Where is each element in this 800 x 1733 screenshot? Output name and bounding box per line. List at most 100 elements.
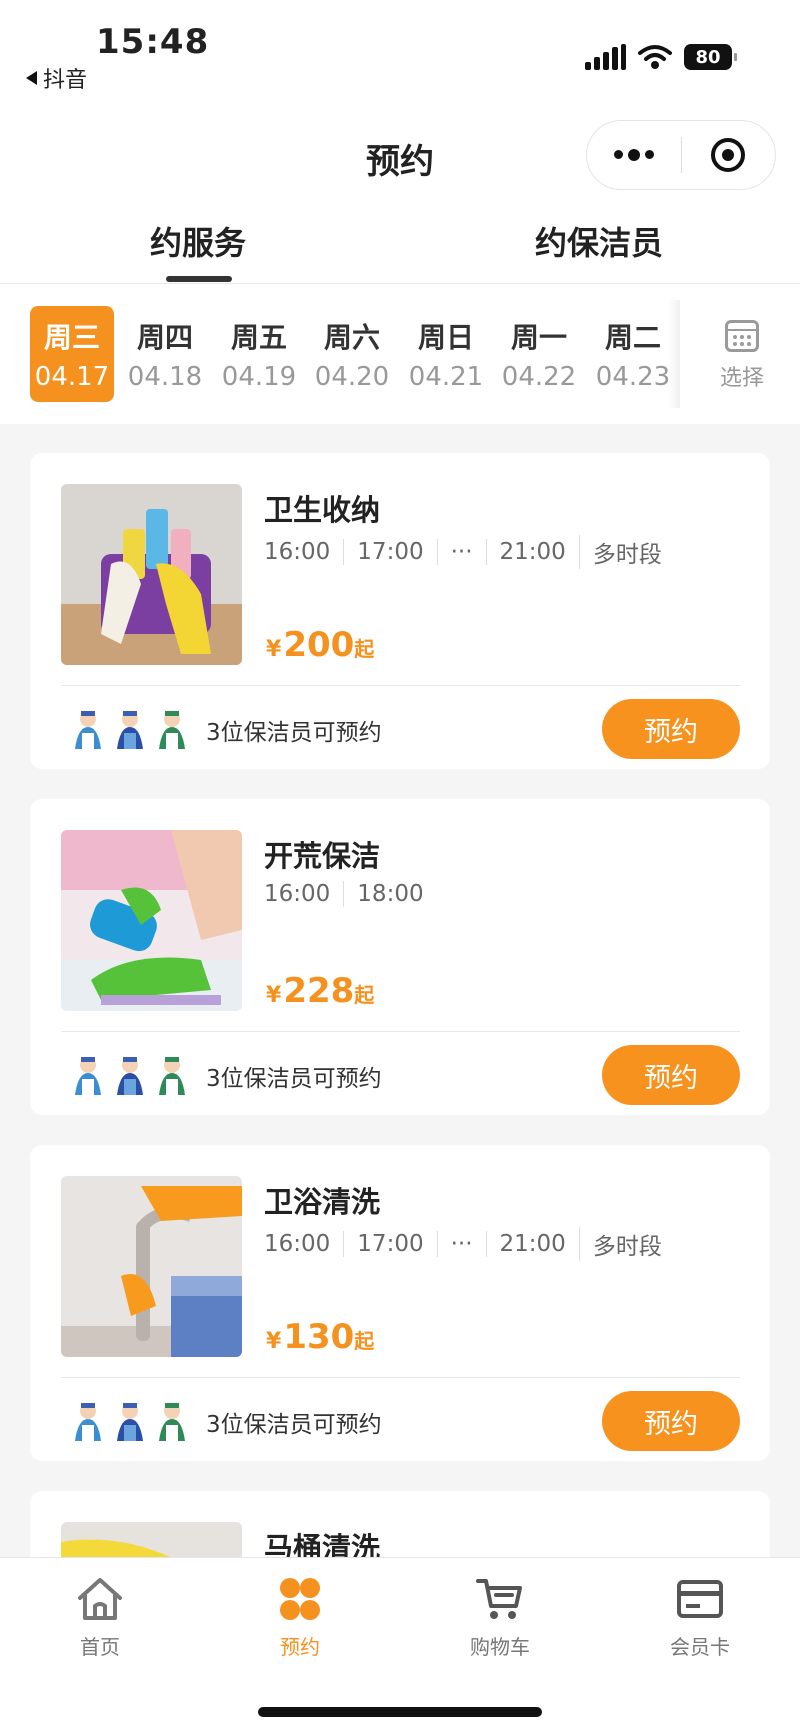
date-item[interactable]: 周二 04.23 bbox=[591, 306, 675, 402]
date-day: 04.17 bbox=[34, 362, 110, 392]
cleaner-avatars bbox=[70, 707, 190, 749]
cellular-signal-icon bbox=[585, 44, 626, 70]
more-button[interactable] bbox=[587, 121, 681, 189]
back-app-label: 抖音 bbox=[43, 68, 88, 93]
date-weekday: 周日 bbox=[417, 321, 474, 354]
time-slot[interactable]: 21:00 bbox=[485, 539, 579, 565]
active-tab-indicator bbox=[166, 276, 232, 282]
time-slot[interactable]: 多时段 bbox=[578, 1227, 675, 1261]
date-weekday: 周五 bbox=[230, 321, 287, 354]
tabbar-label: 首页 bbox=[80, 1635, 120, 1659]
cleaner-avatar bbox=[117, 1403, 143, 1441]
book-button[interactable]: 预约 bbox=[602, 1391, 740, 1451]
price-suffix: 起 bbox=[354, 637, 375, 661]
cleaner-avatar bbox=[159, 711, 185, 749]
time-slot[interactable]: ··· bbox=[436, 539, 486, 565]
booking-icon bbox=[280, 1578, 320, 1620]
tabbar-label: 购物车 bbox=[470, 1635, 530, 1659]
price-value: 200 bbox=[283, 625, 355, 665]
service-title: 开荒保洁 bbox=[264, 839, 381, 873]
tab-book-cleaner[interactable]: 约保洁员 bbox=[535, 218, 663, 264]
status-bar: 15:48 抖音 80 bbox=[0, 0, 800, 110]
date-item[interactable]: 周日 04.21 bbox=[404, 306, 488, 402]
time-slot[interactable]: 18:00 bbox=[343, 881, 436, 907]
service-price: ¥200起 bbox=[266, 625, 374, 665]
tab-book-service[interactable]: 约服务 bbox=[150, 218, 246, 264]
tabbar-item-home[interactable]: 首页 bbox=[40, 1576, 160, 1660]
service-price: ¥228起 bbox=[266, 971, 374, 1011]
time-slot[interactable]: 多时段 bbox=[578, 535, 675, 569]
cleaner-avatar bbox=[159, 1403, 185, 1441]
wifi-icon bbox=[638, 45, 672, 69]
available-cleaners-text: 3位保洁员可预约 bbox=[206, 1412, 382, 1438]
close-miniprogram-button[interactable] bbox=[682, 121, 776, 189]
date-item[interactable]: 周六 04.20 bbox=[310, 306, 394, 402]
available-cleaners-text: 3位保洁员可预约 bbox=[206, 1066, 382, 1092]
date-weekday: 周一 bbox=[510, 321, 567, 354]
available-cleaners-text: 3位保洁员可预约 bbox=[206, 720, 382, 746]
date-weekday: 周二 bbox=[604, 321, 661, 354]
date-item[interactable]: 周一 04.22 bbox=[497, 306, 581, 402]
time-slots: 16:00 17:00 ··· 21:00 多时段 bbox=[264, 1227, 675, 1261]
price-currency: ¥ bbox=[266, 983, 282, 1008]
cleaner-avatar bbox=[75, 1057, 101, 1095]
tabbar-label: 预约 bbox=[280, 1635, 320, 1659]
system-icons: 80 bbox=[585, 44, 737, 70]
book-button[interactable]: 预约 bbox=[602, 699, 740, 759]
tabbar-item-booking[interactable]: 预约 bbox=[240, 1576, 360, 1660]
service-image-spray-cleaning bbox=[61, 830, 242, 1011]
service-title: 卫生收纳 bbox=[264, 493, 381, 527]
date-weekday: 周四 bbox=[136, 321, 193, 354]
date-picker-button[interactable]: 选择 bbox=[700, 320, 784, 392]
cleaner-avatar bbox=[117, 1057, 143, 1095]
battery-icon: 80 bbox=[684, 44, 737, 70]
service-card[interactable]: 卫浴清洗 16:00 17:00 ··· 21:00 多时段 ¥130起 3位保… bbox=[30, 1145, 770, 1461]
more-dots-icon bbox=[613, 148, 654, 161]
date-day: 04.18 bbox=[127, 362, 203, 392]
cart-icon bbox=[476, 1579, 522, 1619]
date-day: 04.20 bbox=[314, 362, 390, 392]
time-slot[interactable]: 17:00 bbox=[343, 539, 436, 565]
time-slot[interactable]: 16:00 bbox=[264, 1231, 343, 1257]
service-price: ¥130起 bbox=[266, 1317, 374, 1357]
time-slot[interactable]: 16:00 bbox=[264, 881, 343, 907]
miniprogram-capsule bbox=[586, 120, 776, 190]
price-suffix: 起 bbox=[354, 983, 375, 1007]
price-value: 228 bbox=[283, 971, 355, 1011]
time-slot[interactable]: 17:00 bbox=[343, 1231, 436, 1257]
date-weekday: 周三 bbox=[43, 321, 100, 354]
cleaner-avatars bbox=[70, 1399, 190, 1441]
time-slots: 16:00 17:00 ··· 21:00 多时段 bbox=[264, 535, 675, 569]
target-circle-icon bbox=[711, 138, 746, 172]
time-slot[interactable]: ··· bbox=[436, 1231, 486, 1257]
calendar-icon bbox=[725, 320, 759, 352]
cleaner-avatar bbox=[75, 1403, 101, 1441]
date-day: 04.21 bbox=[408, 362, 484, 392]
status-time: 15:48 bbox=[96, 22, 210, 62]
tabbar-item-cart[interactable]: 购物车 bbox=[440, 1576, 560, 1660]
service-card[interactable]: 卫生收纳 16:00 17:00 ··· 21:00 多时段 ¥200起 3位保… bbox=[30, 453, 770, 769]
date-day: 04.23 bbox=[595, 362, 671, 392]
time-slot[interactable]: 21:00 bbox=[485, 1231, 579, 1257]
price-currency: ¥ bbox=[266, 1329, 282, 1354]
tabbar-item-member-card[interactable]: 会员卡 bbox=[640, 1576, 760, 1660]
service-image-bathroom-faucet bbox=[61, 1176, 242, 1357]
date-item[interactable]: 周四 04.18 bbox=[123, 306, 207, 402]
service-title: 卫浴清洗 bbox=[264, 1185, 381, 1219]
service-card[interactable]: 开荒保洁 16:00 18:00 ¥228起 3位保洁员可预约 预约 bbox=[30, 799, 770, 1115]
navigation-bar: 预约 bbox=[0, 110, 800, 202]
home-indicator bbox=[258, 1707, 542, 1717]
cleaner-avatar bbox=[75, 711, 101, 749]
price-currency: ¥ bbox=[266, 637, 282, 662]
back-to-app-link[interactable]: 抖音 bbox=[26, 62, 87, 94]
price-suffix: 起 bbox=[354, 1329, 375, 1353]
time-slot[interactable]: 16:00 bbox=[264, 539, 343, 565]
date-weekday: 周六 bbox=[323, 321, 380, 354]
home-icon bbox=[78, 1578, 122, 1620]
date-day: 04.19 bbox=[221, 362, 297, 392]
date-day: 04.22 bbox=[501, 362, 577, 392]
member-card-icon bbox=[677, 1580, 723, 1618]
date-item[interactable]: 周三 04.17 bbox=[30, 306, 114, 402]
date-item[interactable]: 周五 04.19 bbox=[217, 306, 301, 402]
book-button[interactable]: 预约 bbox=[602, 1045, 740, 1105]
